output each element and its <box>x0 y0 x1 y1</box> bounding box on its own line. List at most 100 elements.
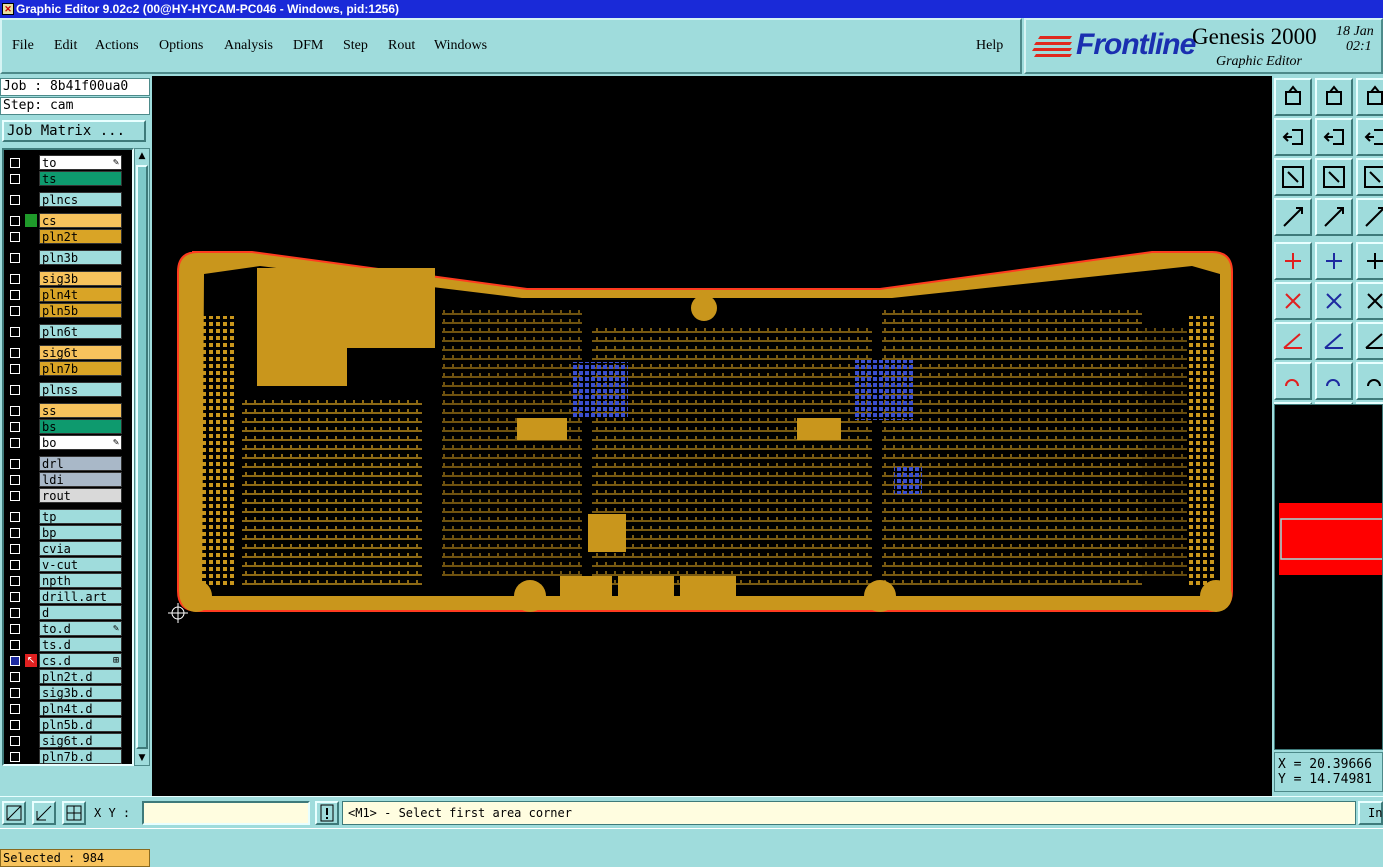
scrollbar-thumb[interactable] <box>136 165 148 749</box>
layer-row[interactable]: pln2t <box>4 229 132 244</box>
layer-row[interactable]: pln2t.d <box>4 669 132 684</box>
layer-name[interactable]: bp <box>39 525 122 540</box>
layer-name[interactable]: cs.d ⊞ <box>39 653 122 668</box>
copy-button[interactable] <box>1315 78 1353 116</box>
arrow-button[interactable] <box>1356 282 1383 320</box>
layer-checkbox[interactable] <box>10 306 20 316</box>
snap-button[interactable] <box>1356 198 1383 236</box>
layer-row[interactable]: plncs <box>4 192 132 207</box>
point-button[interactable] <box>1274 362 1312 400</box>
layer-checkbox[interactable] <box>10 406 20 416</box>
menu-file[interactable]: File <box>12 38 34 54</box>
layer-checkbox[interactable] <box>10 491 20 501</box>
alert-button[interactable] <box>315 801 339 825</box>
layer-name[interactable]: cs <box>39 213 122 228</box>
layer-row[interactable]: bs <box>4 419 132 434</box>
layer-name[interactable]: drl <box>39 456 122 471</box>
layer-name[interactable]: sig6t.d <box>39 733 122 748</box>
layer-checkbox[interactable] <box>10 438 20 448</box>
snap-button[interactable] <box>62 801 86 825</box>
layer-row[interactable]: ts <box>4 171 132 186</box>
job-matrix-button[interactable]: Job Matrix ... <box>2 120 146 142</box>
scroll-down-icon[interactable]: ▼ <box>137 753 147 763</box>
layer-row[interactable]: sig3b <box>4 271 132 286</box>
layer-name[interactable]: plncs <box>39 192 122 207</box>
move-up-button[interactable] <box>1274 78 1312 116</box>
align-button[interactable] <box>1356 362 1383 400</box>
selected-component[interactable] <box>894 466 922 494</box>
measure-button[interactable] <box>32 801 56 825</box>
layer-row[interactable]: bo ✎ <box>4 435 132 450</box>
layer-checkbox[interactable] <box>10 528 20 538</box>
layer-name[interactable]: tp <box>39 509 122 524</box>
layer-row[interactable]: ldi <box>4 472 132 487</box>
layer-row[interactable]: sig6t <box>4 345 132 360</box>
layer-name[interactable]: to ✎ <box>39 155 122 170</box>
layer-name[interactable]: sig6t <box>39 345 122 360</box>
layer-row[interactable]: pln3b <box>4 250 132 265</box>
layer-checkbox[interactable] <box>10 475 20 485</box>
layer-checkbox[interactable] <box>10 608 20 618</box>
layer-checkbox[interactable] <box>10 174 20 184</box>
layer-row[interactable]: cvia <box>4 541 132 556</box>
scale-button[interactable] <box>1356 158 1383 196</box>
layer-name[interactable]: ts <box>39 171 122 186</box>
layer-row[interactable]: to.d ✎ <box>4 621 132 636</box>
layer-checkbox[interactable] <box>10 364 20 374</box>
layer-row[interactable]: ts.d <box>4 637 132 652</box>
menu-analysis[interactable]: Analysis <box>224 38 273 54</box>
nodes-button[interactable] <box>1274 282 1312 320</box>
app-menu-icon[interactable]: ✕ <box>2 3 14 15</box>
menu-options[interactable]: Options <box>159 38 203 54</box>
layer-checkbox[interactable] <box>10 688 20 698</box>
layer-checkbox[interactable] <box>10 158 20 168</box>
ruler-button[interactable] <box>1356 242 1383 280</box>
layer-row[interactable]: drill.art <box>4 589 132 604</box>
layer-checkbox[interactable] <box>10 704 20 714</box>
undo-button[interactable] <box>1356 118 1383 156</box>
line-blue-button[interactable] <box>1315 322 1353 360</box>
layer-name[interactable]: pln6t <box>39 324 122 339</box>
layer-row[interactable]: to ✎ <box>4 155 132 170</box>
arc-button[interactable] <box>1356 322 1383 360</box>
layer-row[interactable]: pln5b.d <box>4 717 132 732</box>
layer-name[interactable]: npth <box>39 573 122 588</box>
menu-step[interactable]: Step <box>343 38 368 54</box>
layer-name[interactable]: sig3b <box>39 271 122 286</box>
layer-name[interactable]: to.d ✎ <box>39 621 122 636</box>
layer-row[interactable]: pln7b.d <box>4 749 132 764</box>
layer-checkbox[interactable] <box>10 640 20 650</box>
layer-checkbox[interactable] <box>10 327 20 337</box>
layer-name[interactable]: bs <box>39 419 122 434</box>
layer-name[interactable]: ts.d <box>39 637 122 652</box>
layer-name[interactable]: plnss <box>39 382 122 397</box>
menu-help[interactable]: Help <box>976 38 1003 54</box>
layer-row[interactable]: bp <box>4 525 132 540</box>
layer-name[interactable]: sig3b.d <box>39 685 122 700</box>
menu-dfm[interactable]: DFM <box>293 38 323 54</box>
layer-checkbox[interactable] <box>10 512 20 522</box>
layer-checkbox[interactable] <box>10 232 20 242</box>
layer-name[interactable]: drill.art <box>39 589 122 604</box>
graphic-canvas[interactable] <box>152 76 1272 796</box>
layer-row[interactable]: pln5b <box>4 303 132 318</box>
layer-name[interactable]: pln7b.d <box>39 749 122 764</box>
layer-row[interactable]: v-cut <box>4 557 132 572</box>
layer-checkbox[interactable] <box>10 576 20 586</box>
layer-row[interactable]: pln4t.d <box>4 701 132 716</box>
layer-name[interactable]: cvia <box>39 541 122 556</box>
layer-row[interactable]: sig6t.d <box>4 733 132 748</box>
pin-button[interactable] <box>1274 242 1312 280</box>
layer-checkbox[interactable] <box>10 385 20 395</box>
layer-checkbox[interactable] <box>10 348 20 358</box>
navigation-overview[interactable] <box>1274 404 1383 750</box>
close-node-button[interactable] <box>1315 282 1353 320</box>
layer-row[interactable]: drl <box>4 456 132 471</box>
home-button[interactable] <box>1356 78 1383 116</box>
settings-button[interactable] <box>1274 198 1312 236</box>
layer-checkbox[interactable] <box>10 422 20 432</box>
layer-name[interactable]: pln7b <box>39 361 122 376</box>
layer-checkbox[interactable] <box>10 253 20 263</box>
layer-name[interactable]: pln4t.d <box>39 701 122 716</box>
menu-windows[interactable]: Windows <box>434 38 487 54</box>
